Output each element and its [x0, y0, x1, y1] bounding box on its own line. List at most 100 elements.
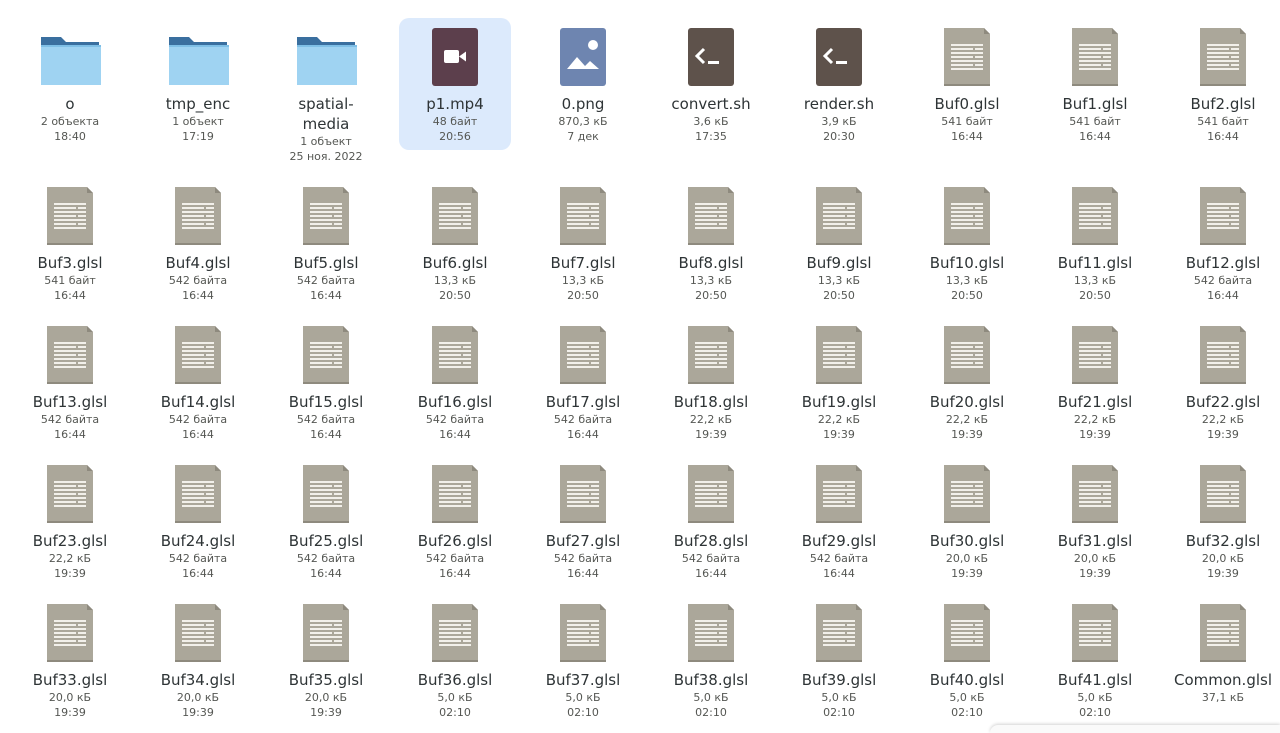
file-item[interactable]: Buf10.glsl 13,3 кБ 20:50 — [911, 177, 1023, 303]
text-file-icon — [295, 603, 357, 665]
text-file-icon — [936, 464, 998, 526]
file-date: 16:44 — [54, 289, 86, 302]
file-date: 02:10 — [1079, 706, 1111, 719]
file-size: 20,0 кБ — [1073, 552, 1117, 565]
file-item[interactable]: Buf32.glsl 20,0 кБ 19:39 — [1167, 455, 1279, 581]
folder-icon — [295, 27, 357, 89]
file-item[interactable]: Buf33.glsl 20,0 кБ 19:39 — [14, 594, 126, 720]
file-item[interactable]: Buf35.glsl 20,0 кБ 19:39 — [270, 594, 382, 720]
file-item[interactable]: Buf13.glsl 542 байта 16:44 — [14, 316, 126, 442]
file-size: 542 байта — [809, 552, 869, 565]
file-size: 37,1 кБ — [1201, 691, 1245, 704]
file-item[interactable]: Buf22.glsl 22,2 кБ 19:39 — [1167, 316, 1279, 442]
file-date: 20:56 — [439, 130, 471, 143]
file-item[interactable]: Buf15.glsl 542 байта 16:44 — [270, 316, 382, 442]
file-size: 541 байт — [44, 274, 96, 287]
file-date: 02:10 — [567, 706, 599, 719]
text-file-icon — [1064, 325, 1126, 387]
file-date: 20:50 — [695, 289, 727, 302]
text-file-icon — [424, 603, 486, 665]
file-size: 542 байта — [40, 413, 100, 426]
file-name: Buf7.glsl — [550, 254, 616, 272]
file-item[interactable]: tmp_enc 1 объект 17:19 — [142, 18, 254, 144]
text-file-icon — [424, 464, 486, 526]
file-item[interactable]: spatial- media 1 объект 25 ноя. 2022 — [270, 18, 382, 164]
file-item[interactable]: Buf28.glsl 542 байта 16:44 — [655, 455, 767, 581]
file-name: spatial- media — [298, 95, 354, 133]
file-item[interactable]: Buf34.glsl 20,0 кБ 19:39 — [142, 594, 254, 720]
file-item[interactable]: Buf19.glsl 22,2 кБ 19:39 — [783, 316, 895, 442]
file-name: Buf28.glsl — [673, 532, 749, 550]
file-date: 16:44 — [567, 428, 599, 441]
file-date: 19:39 — [1207, 567, 1239, 580]
file-size: 1 объект — [300, 135, 352, 148]
file-item[interactable]: Buf8.glsl 13,3 кБ 20:50 — [655, 177, 767, 303]
file-date: 16:44 — [951, 130, 983, 143]
file-item[interactable]: Buf12.glsl 542 байта 16:44 — [1167, 177, 1279, 303]
file-size: 542 байта — [425, 552, 485, 565]
file-item[interactable]: Buf36.glsl 5,0 кБ 02:10 — [399, 594, 511, 720]
file-date: 17:35 — [695, 130, 727, 143]
file-size: 22,2 кБ — [817, 413, 861, 426]
file-name: Buf4.glsl — [165, 254, 231, 272]
file-item[interactable]: Buf6.glsl 13,3 кБ 20:50 — [399, 177, 511, 303]
file-item[interactable]: Buf25.glsl 542 байта 16:44 — [270, 455, 382, 581]
file-date: 16:44 — [823, 567, 855, 580]
file-date: 19:39 — [1079, 567, 1111, 580]
file-item[interactable]: Buf5.glsl 542 байта 16:44 — [270, 177, 382, 303]
file-item[interactable]: Buf4.glsl 542 байта 16:44 — [142, 177, 254, 303]
file-item[interactable]: Buf20.glsl 22,2 кБ 19:39 — [911, 316, 1023, 442]
text-file-icon — [936, 603, 998, 665]
file-name: render.sh — [803, 95, 875, 113]
text-file-icon — [295, 464, 357, 526]
file-item[interactable]: Buf40.glsl 5,0 кБ 02:10 — [911, 594, 1023, 720]
file-item[interactable]: Buf3.glsl 541 байт 16:44 — [14, 177, 126, 303]
file-item[interactable]: Buf9.glsl 13,3 кБ 20:50 — [783, 177, 895, 303]
text-file-icon — [167, 603, 229, 665]
file-item[interactable]: Buf0.glsl 541 байт 16:44 — [911, 18, 1023, 144]
file-item[interactable]: Buf41.glsl 5,0 кБ 02:10 — [1039, 594, 1151, 720]
file-item[interactable]: Common.glsl 37,1 кБ — [1167, 594, 1279, 705]
file-item[interactable]: Buf14.glsl 542 байта 16:44 — [142, 316, 254, 442]
file-item[interactable]: Buf24.glsl 542 байта 16:44 — [142, 455, 254, 581]
file-item[interactable]: 0.png 870,3 кБ 7 дек — [527, 18, 639, 144]
file-name: tmp_enc — [165, 95, 231, 113]
file-item[interactable]: Buf29.glsl 542 байта 16:44 — [783, 455, 895, 581]
file-item[interactable]: Buf16.glsl 542 байта 16:44 — [399, 316, 511, 442]
file-item[interactable]: convert.sh 3,6 кБ 17:35 — [655, 18, 767, 144]
file-name: Buf22.glsl — [1185, 393, 1261, 411]
file-item[interactable]: Buf21.glsl 22,2 кБ 19:39 — [1039, 316, 1151, 442]
text-file-icon — [39, 186, 101, 248]
file-item[interactable]: Buf23.glsl 22,2 кБ 19:39 — [14, 455, 126, 581]
file-item[interactable]: Buf26.glsl 542 байта 16:44 — [399, 455, 511, 581]
file-date: 19:39 — [1079, 428, 1111, 441]
file-date: 19:39 — [823, 428, 855, 441]
file-item[interactable]: Buf1.glsl 541 байт 16:44 — [1039, 18, 1151, 144]
file-name: Buf11.glsl — [1057, 254, 1133, 272]
file-item[interactable]: Buf37.glsl 5,0 кБ 02:10 — [527, 594, 639, 720]
file-item[interactable]: Buf17.glsl 542 байта 16:44 — [527, 316, 639, 442]
file-size: 20,0 кБ — [1201, 552, 1245, 565]
text-file-icon — [39, 603, 101, 665]
file-size: 20,0 кБ — [304, 691, 348, 704]
file-size: 5,0 кБ — [437, 691, 473, 704]
file-date: 16:44 — [439, 428, 471, 441]
file-item[interactable]: Buf30.glsl 20,0 кБ 19:39 — [911, 455, 1023, 581]
file-item[interactable]: Buf31.glsl 20,0 кБ 19:39 — [1039, 455, 1151, 581]
text-file-icon — [936, 325, 998, 387]
file-item[interactable]: Buf18.glsl 22,2 кБ 19:39 — [655, 316, 767, 442]
file-item[interactable]: Buf39.glsl 5,0 кБ 02:10 — [783, 594, 895, 720]
file-item[interactable]: Buf7.glsl 13,3 кБ 20:50 — [527, 177, 639, 303]
file-item[interactable]: o 2 объекта 18:40 — [14, 18, 126, 144]
file-item[interactable]: Buf38.glsl 5,0 кБ 02:10 — [655, 594, 767, 720]
file-item[interactable]: render.sh 3,9 кБ 20:30 — [783, 18, 895, 144]
file-date: 19:39 — [54, 567, 86, 580]
file-item[interactable]: p1.mp4 48 байт 20:56 — [399, 18, 511, 150]
file-item[interactable]: Buf2.glsl 541 байт 16:44 — [1167, 18, 1279, 144]
file-item[interactable]: Buf11.glsl 13,3 кБ 20:50 — [1039, 177, 1151, 303]
file-name: Buf37.glsl — [545, 671, 621, 689]
text-file-icon — [680, 603, 742, 665]
file-size: 3,9 кБ — [821, 115, 857, 128]
text-file-icon — [1064, 186, 1126, 248]
file-item[interactable]: Buf27.glsl 542 байта 16:44 — [527, 455, 639, 581]
